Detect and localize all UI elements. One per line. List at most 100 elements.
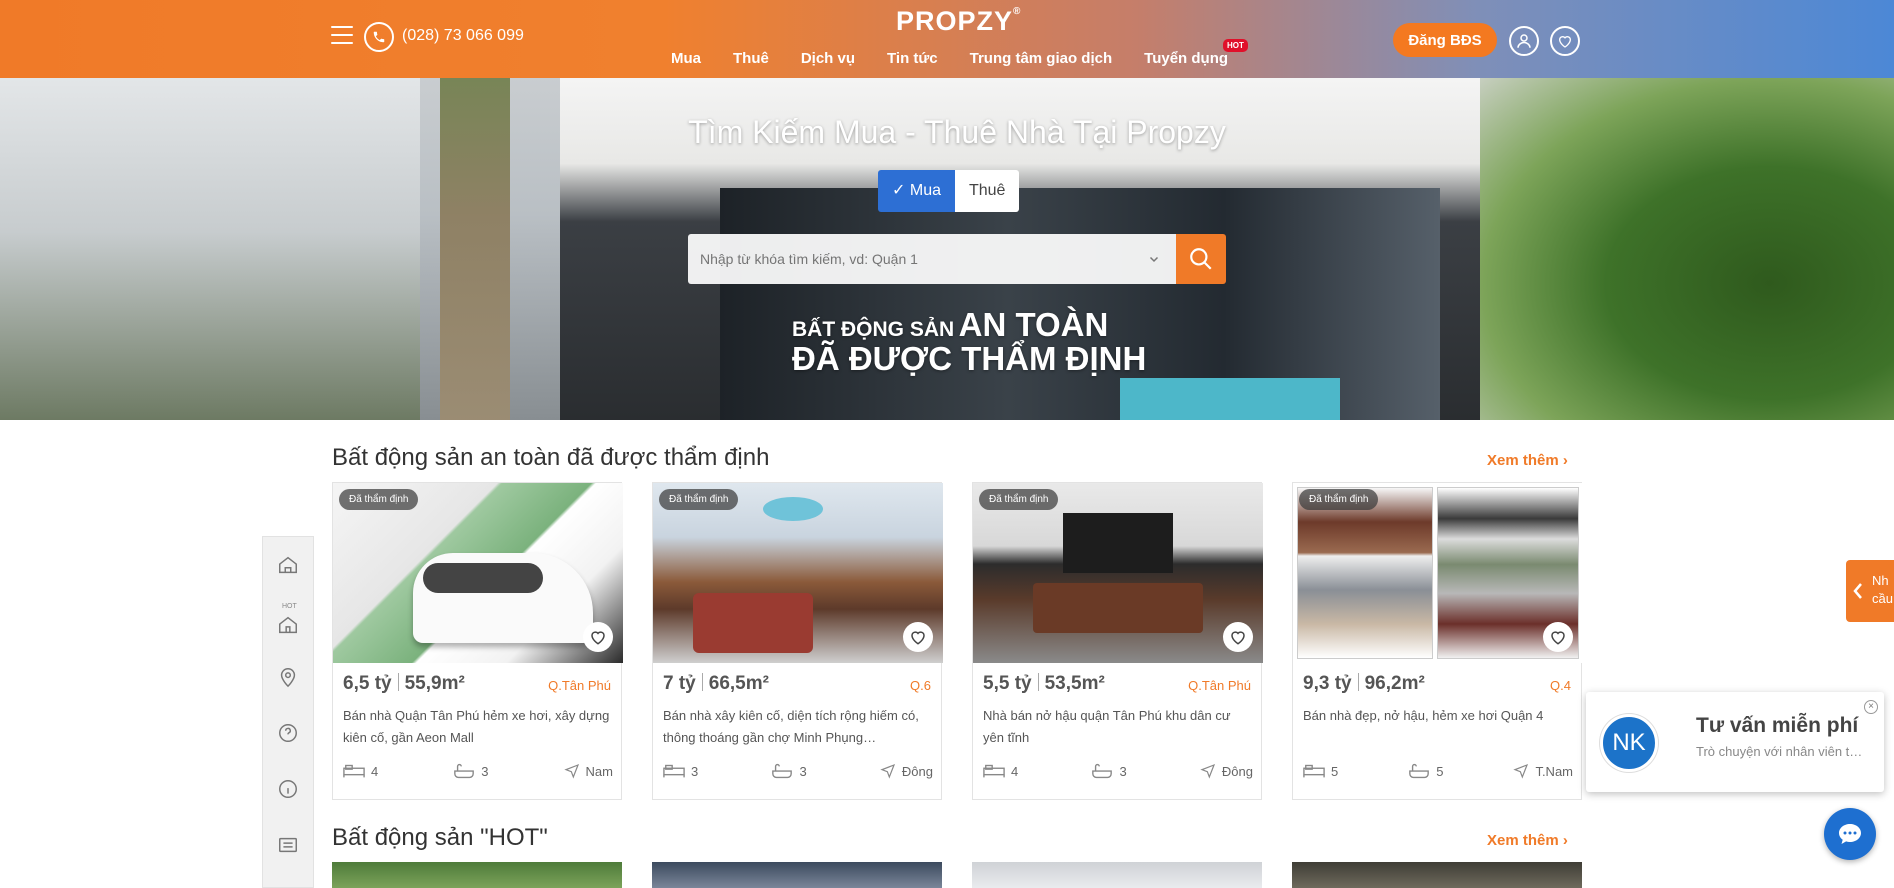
see-more-link[interactable]: Xem thêm › [1487,452,1568,469]
direction-icon [1513,763,1529,779]
hot-home-icon [279,616,297,634]
buy-rent-toggle: ✓ Mua Thuê [878,170,1020,212]
chevron-left-icon [1853,583,1862,599]
chat-bubble-icon [1839,824,1861,844]
rail-more[interactable] [263,873,313,888]
toggle-rent[interactable]: Thuê [954,170,1020,212]
chevron-right-icon: › [1562,452,1568,469]
rail-home[interactable] [263,537,313,593]
bed-icon [663,764,685,778]
favorite-heart-icon[interactable] [1223,622,1253,652]
rail-help[interactable] [263,705,313,761]
close-icon[interactable]: × [1864,700,1878,714]
chat-subtitle: Trò chuyện với nhân viên tư vấn [1696,744,1866,759]
property-description[interactable]: Nhà bán nở hậu quận Tân Phú khu dân cư y… [983,705,1253,749]
side-consult-tab[interactable]: Nh cầu [1846,560,1894,622]
nav-buy[interactable]: Mua [671,50,701,67]
bath-icon [1409,763,1430,779]
property-description[interactable]: Bán nhà Quận Tân Phú hẻm xe hơi, xây dựn… [343,705,613,749]
rail-hot-home[interactable]: HOT [263,593,313,649]
nav-transaction-center[interactable]: Trung tâm giao dịch [970,50,1113,67]
hero-banner: Tìm Kiếm Mua - Thuê Nhà Tại Propzy ✓ Mua… [0,78,1894,420]
verified-badge: Đã thẩm định [1299,489,1379,510]
agent-avatar: NK [1600,714,1658,772]
property-features: 5 5 T.Nam [1303,763,1573,779]
bath-icon [772,763,793,779]
bath-icon [1092,763,1113,779]
propzy-logo[interactable]: PROPZY® [896,6,1021,37]
property-photo[interactable] [653,483,943,663]
section-hot-title: Bất động sản "HOT" [332,824,548,851]
property-photo[interactable] [972,862,1262,888]
side-quick-nav: HOT [262,536,314,888]
property-description[interactable]: Bán nhà xây kiên cố, diện tích rộng hiếm… [663,705,933,749]
nav-services[interactable]: Dịch vụ [801,50,855,67]
toggle-buy[interactable]: ✓ Mua [878,170,955,212]
direction-icon [880,763,895,779]
direction-icon [563,763,579,779]
nav-news[interactable]: Tin tức [887,50,938,67]
question-icon [279,724,297,742]
district-label: Q.Tân Phú [548,678,611,693]
chat-popup[interactable]: NK Tư vấn miễn phí Trò chuyện với nhân v… [1586,692,1884,792]
hot-badge: HOT [1223,39,1248,52]
favorite-heart-icon[interactable] [583,622,613,652]
bed-icon [1303,764,1325,778]
verified-badge: Đã thẩm định [339,489,419,510]
search-button[interactable] [1176,234,1226,284]
verified-badge: Đã thẩm định [979,489,1059,510]
hero-photo-pool [1120,378,1340,420]
chat-button[interactable] [1824,808,1876,860]
favorite-heart-icon[interactable] [903,622,933,652]
property-card[interactable]: Đã thẩm định 6,5 tỷ 55,9m² Q.Tân Phú Bán … [332,482,623,800]
district-label: Q.Tân Phú [1188,678,1251,693]
district-label: Q.6 [910,678,931,693]
bath-icon [454,763,475,779]
menu-icon[interactable] [331,26,353,46]
phone-number[interactable]: (028) 73 066 099 [402,27,524,45]
chevron-right-icon: › [1562,832,1568,849]
price-area: 6,5 tỷ 55,9m² [343,673,465,694]
price-area: 5,5 tỷ 53,5m² [983,673,1105,694]
main-nav: Mua Thuê Dịch vụ Tin tức Trung tâm giao … [655,50,1244,67]
rail-info[interactable] [263,761,313,817]
property-description[interactable]: Bán nhà đẹp, nở hậu, hẻm xe hơi Quận 4 [1303,705,1573,727]
heart-icon[interactable] [1550,26,1580,56]
property-card[interactable]: Đã thẩm định 9,3 tỷ 96,2m² Q.4 Bán nhà đẹ… [1292,482,1583,800]
property-photo[interactable] [973,483,1263,663]
price-area: 9,3 tỷ 96,2m² [1303,673,1425,694]
property-card[interactable]: Đã thẩm định 5,5 tỷ 53,5m² Q.Tân Phú Nhà … [972,482,1263,800]
property-photo[interactable] [652,862,942,888]
district-label: Q.4 [1550,678,1571,693]
verified-badge: Đã thẩm định [659,489,739,510]
nav-rent[interactable]: Thuê [733,50,769,67]
top-header: (028) 73 066 099 PROPZY® Mua Thuê Dịch v… [0,0,1894,78]
post-property-button[interactable]: Đăng BĐS [1393,23,1497,57]
property-card[interactable]: Đã thẩm định 7 tỷ 66,5m² Q.6 Bán nhà xây … [652,482,943,800]
rail-news[interactable] [263,817,313,873]
hero-slogan: BẤT ĐỘNG SẢN AN TOÀN ĐÃ ĐƯỢC THẨM ĐỊNH [792,306,1147,377]
user-icon[interactable] [1509,26,1539,56]
direction-icon [1200,763,1215,779]
phone-icon[interactable] [364,22,394,52]
price-area: 7 tỷ 66,5m² [663,673,769,694]
section-safe-title: Bất động sản an toàn đã được thẩm định [332,444,770,471]
property-features: 4 3 Đông [983,763,1253,779]
property-features: 3 3 Đông [663,763,933,779]
chevron-down-icon[interactable] [1148,252,1160,270]
bed-icon [343,764,365,778]
nav-careers[interactable]: Tuyển dụng [1144,50,1228,67]
property-photo[interactable] [333,483,623,663]
search-input[interactable] [688,234,1176,284]
info-icon [279,780,297,798]
see-more-link[interactable]: Xem thêm › [1487,832,1568,849]
property-features: 4 3 Nam [343,763,613,779]
search-icon [1190,248,1212,270]
search-bar [688,234,1226,284]
property-photo[interactable] [1292,862,1582,888]
property-photo[interactable] [1293,483,1583,663]
rail-location[interactable] [263,649,313,705]
news-icon [279,837,297,853]
property-photo[interactable] [332,862,622,888]
favorite-heart-icon[interactable] [1543,622,1573,652]
